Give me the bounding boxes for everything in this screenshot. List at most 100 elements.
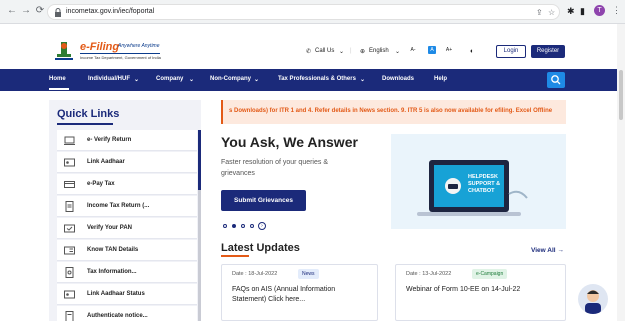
update-card[interactable]: Date : 13-Jul-2022 e-Campaign Webinar of… <box>395 264 566 321</box>
update-text: FAQs on AIS (Annual Information Statemen… <box>232 286 336 303</box>
quick-link-e-pay-tax[interactable]: e-Pay Tax <box>57 174 197 195</box>
chatbot-avatar-icon <box>585 290 601 314</box>
login-button[interactable]: Login <box>496 45 526 58</box>
id-card-icon <box>64 158 75 167</box>
nav-downloads[interactable]: Downloads <box>382 76 414 82</box>
language-select[interactable]: English <box>369 48 389 54</box>
call-us-link[interactable]: Call Us <box>315 48 334 54</box>
nav-individual-huf[interactable]: Individual/HUF <box>88 76 130 82</box>
register-button[interactable]: Register <box>531 45 565 58</box>
view-all-label: View All <box>531 247 556 254</box>
quick-link-label: Link Aadhaar Status <box>87 291 145 297</box>
sidebar-icon[interactable]: ▮ <box>580 6 585 17</box>
menu-icon[interactable]: ⋮ <box>612 5 621 16</box>
quick-link-label: e- Verify Return <box>87 137 132 143</box>
quick-link-label: Income Tax Return (... <box>87 203 150 209</box>
quick-links-title: Quick Links <box>57 108 120 120</box>
reload-icon[interactable]: ⟳ <box>34 5 46 17</box>
quick-links-scroll-thumb[interactable] <box>198 130 201 190</box>
ticker-text: s Downloads) for ITR 1 and 4. Refer deta… <box>229 108 553 114</box>
globe-icon: ⊕ <box>360 49 366 55</box>
ask-title: You Ask, We Answer <box>221 134 358 150</box>
helpdesk-line2: SUPPORT & <box>468 181 501 187</box>
quick-link-income-tax-return[interactable]: Income Tax Return (... <box>57 196 197 217</box>
nav-active-indicator <box>49 88 69 90</box>
chatbot-button[interactable] <box>578 284 608 314</box>
notice-icon <box>65 311 74 321</box>
news-ticker[interactable]: s Downloads) for ITR 1 and 4. Refer deta… <box>221 100 566 124</box>
nav-tax-professionals[interactable]: Tax Professionals & Others <box>278 76 356 82</box>
latest-updates-underline <box>221 255 249 257</box>
nav-help[interactable]: Help <box>434 76 447 82</box>
latest-updates-title: Latest Updates <box>221 242 300 254</box>
chevron-down-icon: ⌄ <box>189 77 195 83</box>
avatar[interactable]: T <box>594 5 605 16</box>
quick-link-know-tan-details[interactable]: Know TAN Details <box>57 240 197 261</box>
status-badge: News <box>298 269 319 279</box>
share-icon[interactable]: ⇪ <box>536 8 543 17</box>
search-icon <box>551 75 561 85</box>
carousel-dot[interactable] <box>250 224 254 228</box>
update-text: Webinar of Form 10-EE on 14-Jul-22 <box>406 286 521 293</box>
quick-links-underline <box>57 123 113 125</box>
national-emblem-icon <box>55 42 73 60</box>
bookmark-star-icon[interactable]: ☆ <box>548 8 555 17</box>
browser-toolbar: ← → ⟳ incometax.gov.in/iec/foportal ⇪ ☆ … <box>0 0 625 24</box>
nav-company[interactable]: Company <box>156 76 183 82</box>
quick-link-tax-information[interactable]: Tax Information... <box>57 262 197 283</box>
helpdesk-line3: CHATBOT <box>468 188 495 194</box>
divider: | <box>350 48 352 54</box>
quick-link-label: e-Pay Tax <box>87 181 115 187</box>
carousel-next-icon[interactable]: › <box>258 222 266 230</box>
nav-home[interactable]: Home <box>49 76 66 82</box>
update-date: Date : 18-Jul-2022 <box>232 271 278 277</box>
laptop-check-icon <box>64 136 75 145</box>
logo-divider <box>80 53 160 54</box>
view-all-link[interactable]: View All → <box>531 247 564 254</box>
logo-tagline: Anywhere Anytime <box>118 43 160 49</box>
font-increase-button[interactable]: A+ <box>445 46 453 54</box>
id-card-icon <box>64 246 75 255</box>
helpdesk-line1: HELPDESK <box>468 174 498 180</box>
chevron-down-icon: ⌄ <box>395 49 401 55</box>
logo-title[interactable]: e-Filing <box>80 41 119 53</box>
quick-link-label: Know TAN Details <box>87 247 139 253</box>
update-date: Date : 13-Jul-2022 <box>406 271 452 277</box>
update-card[interactable]: Date : 18-Jul-2022 News FAQs on AIS (Ann… <box>221 264 378 321</box>
chevron-down-icon: ⌄ <box>360 77 366 83</box>
carousel-dot-active[interactable] <box>232 224 236 228</box>
contrast-icon[interactable]: ◐ <box>470 48 474 55</box>
quick-link-verify-your-pan[interactable]: Verify Your PAN <box>57 218 197 239</box>
page-scroll-thumb[interactable] <box>619 70 623 120</box>
chevron-down-icon: ⌄ <box>134 77 140 83</box>
arrow-right-icon: → <box>557 247 564 254</box>
carousel-dot[interactable] <box>241 224 245 228</box>
page-scrollbar[interactable] <box>617 24 625 321</box>
quick-link-label: Link Aadhaar <box>87 159 125 165</box>
back-icon[interactable]: ← <box>6 5 18 17</box>
quick-link-label: Authenticate notice... <box>87 313 148 319</box>
link-icon <box>64 290 75 299</box>
phone-icon: ✆ <box>306 49 312 55</box>
chevron-down-icon: ⌄ <box>254 77 260 83</box>
search-button[interactable] <box>547 72 565 88</box>
font-decrease-button[interactable]: A- <box>409 46 417 54</box>
helpdesk-illustration: HELPDESK SUPPORT & CHATBOT <box>391 134 566 229</box>
carousel-dot[interactable] <box>223 224 227 228</box>
payment-card-icon <box>64 181 75 188</box>
quick-link-link-aadhaar[interactable]: Link Aadhaar <box>57 152 197 173</box>
quick-link-label: Tax Information... <box>87 269 137 275</box>
quick-link-e-verify-return[interactable]: e- Verify Return <box>57 130 197 151</box>
nav-non-company[interactable]: Non-Company <box>210 76 251 82</box>
address-bar[interactable]: incometax.gov.in/iec/foportal ⇪ ☆ <box>47 4 560 20</box>
forward-icon[interactable]: → <box>20 5 32 17</box>
info-document-icon <box>65 267 74 278</box>
card-check-icon <box>64 224 75 233</box>
submit-grievances-button[interactable]: Submit Grievances <box>221 190 306 211</box>
font-normal-button[interactable]: A <box>428 46 436 54</box>
extension-icon[interactable]: ✱ <box>567 6 575 17</box>
quick-link-authenticate-notice[interactable]: Authenticate notice... <box>57 306 197 321</box>
quick-link-link-aadhaar-status[interactable]: Link Aadhaar Status <box>57 284 197 305</box>
ask-subtitle: Faster resolution of your queries & grie… <box>221 159 328 177</box>
status-badge: e-Campaign <box>472 269 508 279</box>
